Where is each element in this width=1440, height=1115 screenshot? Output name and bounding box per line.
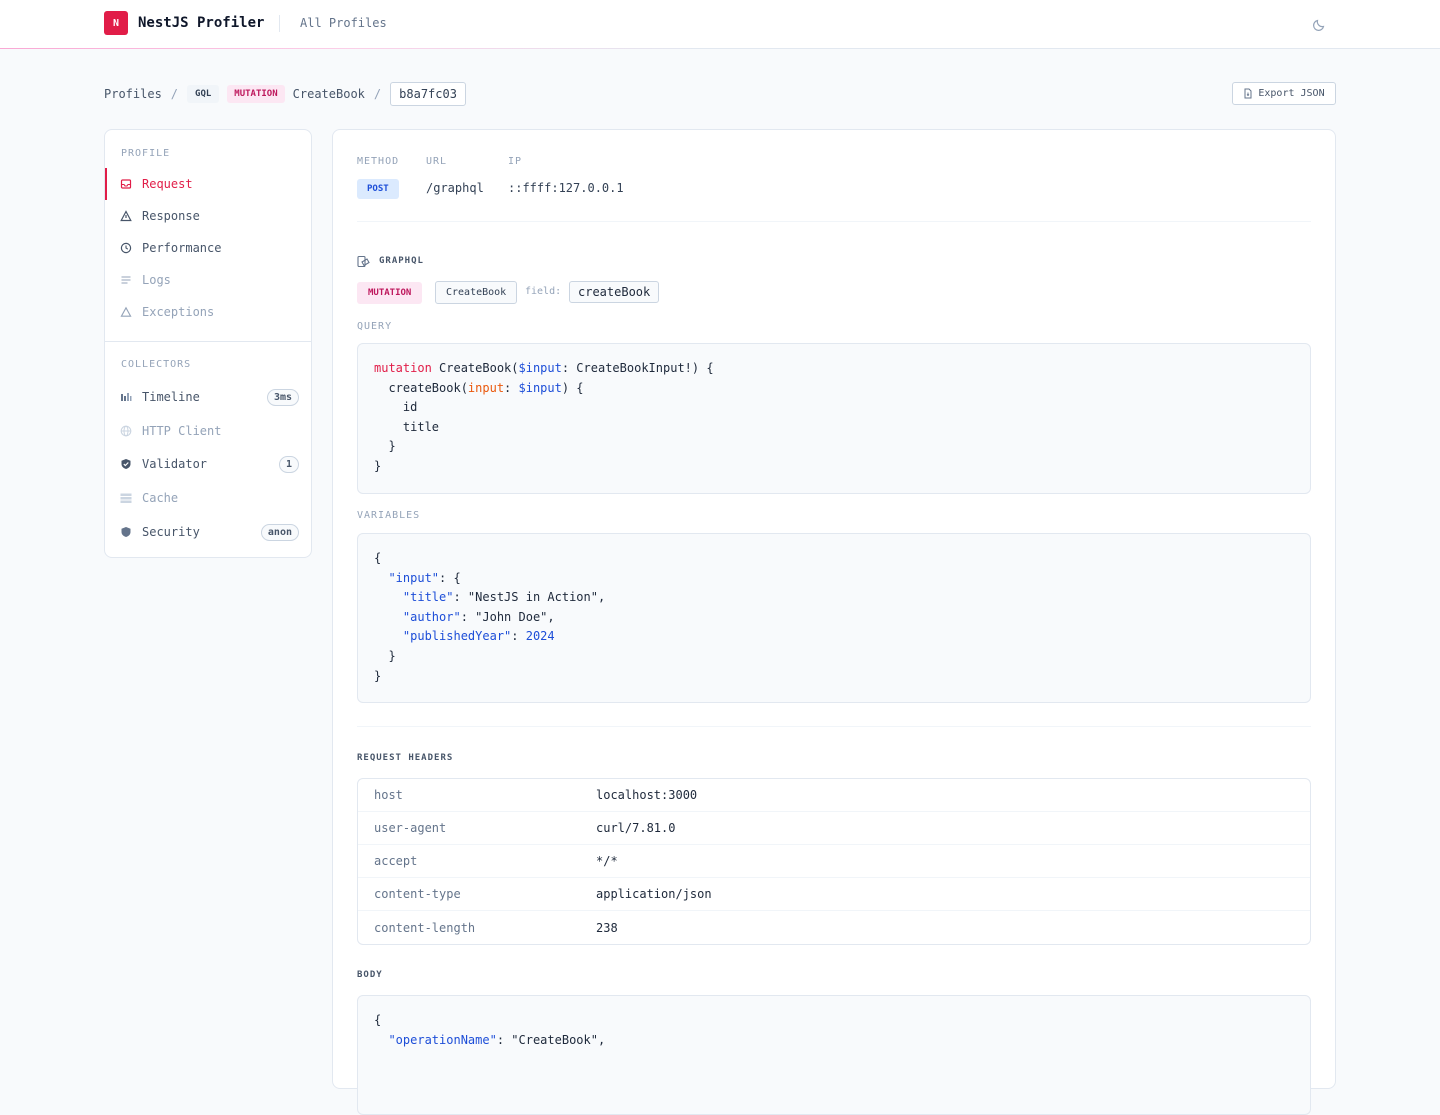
sidebar-item-performance[interactable]: Performance	[105, 232, 311, 264]
breadcrumb: Profiles / GQL MUTATION CreateBook / b8a…	[104, 81, 466, 106]
stack-icon	[120, 492, 132, 504]
sidebar: PROFILE Request Response Performance Log…	[104, 129, 312, 558]
validator-badge: 1	[278, 455, 299, 473]
query-label: QUERY	[357, 321, 393, 332]
ip-label: IP	[508, 156, 523, 167]
url-label: URL	[426, 156, 448, 167]
divider	[357, 726, 1311, 727]
field-label: field:	[525, 286, 562, 297]
sidebar-item-label: HTTP Client	[142, 424, 222, 438]
timeline-badge: 3ms	[266, 388, 299, 406]
body-title: BODY	[357, 970, 383, 980]
profile-id-badge[interactable]: b8a7fc03	[390, 81, 466, 106]
sidebar-item-exceptions[interactable]: Exceptions	[105, 296, 311, 328]
table-row: content-length 238	[358, 911, 1310, 944]
method-label: METHOD	[357, 156, 400, 167]
header-key: host	[374, 788, 403, 802]
header-value: curl/7.81.0	[596, 821, 676, 835]
sidebar-item-label: Logs	[142, 273, 171, 287]
sidebar-item-label: Security	[142, 525, 200, 539]
file-icon	[1244, 88, 1252, 99]
sidebar-item-http-client[interactable]: HTTP Client	[105, 414, 311, 448]
breadcrumb-profiles[interactable]: Profiles	[104, 87, 162, 101]
graphql-title: GRAPHQL	[379, 256, 424, 266]
mutation-badge: MUTATION	[357, 282, 423, 304]
sidebar-item-label: Response	[142, 209, 200, 223]
sidebar-item-validator[interactable]: Validator 1	[105, 447, 311, 481]
globe-icon	[120, 425, 132, 437]
export-json-button[interactable]: Export JSON	[1232, 82, 1336, 105]
method-badge: POST	[357, 179, 399, 199]
moon-icon[interactable]	[1312, 16, 1328, 32]
header-value: 238	[596, 920, 618, 935]
breadcrumb-operation: CreateBook	[292, 86, 365, 101]
sidebar-item-label: Exceptions	[142, 305, 215, 319]
triangle-icon	[120, 210, 132, 222]
graphql-icon	[357, 255, 370, 268]
sidebar-divider	[105, 341, 311, 342]
export-json-label: Export JSON	[1258, 88, 1325, 99]
sidebar-item-label: Cache	[142, 491, 179, 505]
header-value: */*	[596, 854, 618, 868]
warning-icon	[120, 306, 132, 318]
request-headers-table: host localhost:3000 user-agent curl/7.81…	[357, 778, 1311, 945]
query-code-block[interactable]: mutation CreateBook($input: CreateBookIn…	[357, 343, 1311, 494]
breadcrumb-separator: /	[170, 86, 179, 101]
top-bar: N NestJS Profiler All Profiles	[0, 0, 1440, 49]
sidebar-item-cache[interactable]: Cache	[105, 481, 311, 515]
header-value: application/json	[596, 887, 712, 901]
table-row: user-agent curl/7.81.0	[358, 812, 1310, 845]
inbox-icon	[120, 178, 132, 190]
type-badge: GQL	[187, 84, 220, 103]
breadcrumb-separator: /	[373, 86, 382, 101]
collectors-section-label: COLLECTORS	[121, 359, 192, 370]
sidebar-item-response[interactable]: Response	[105, 200, 311, 232]
sidebar-item-security[interactable]: Security anon	[105, 515, 311, 549]
sidebar-item-label: Timeline	[142, 390, 200, 404]
url-value: /graphql	[426, 181, 484, 195]
table-row: host localhost:3000	[358, 779, 1310, 812]
sidebar-item-label: Validator	[142, 457, 208, 471]
bars-icon	[120, 391, 132, 403]
header-value: localhost:3000	[596, 788, 698, 802]
clock-icon	[120, 242, 132, 254]
top-divider	[279, 15, 280, 32]
sidebar-item-label: Performance	[142, 241, 222, 255]
sidebar-item-timeline[interactable]: Timeline 3ms	[105, 380, 311, 414]
ip-value: ::ffff:127.0.0.1	[508, 181, 624, 195]
operation-name-badge: CreateBook	[435, 281, 518, 304]
all-profiles-link[interactable]: All Profiles	[300, 16, 387, 30]
header-key: content-type	[374, 887, 461, 901]
divider	[357, 221, 1311, 222]
shield-check-icon	[120, 458, 132, 470]
request-headers-title: REQUEST HEADERS	[357, 753, 454, 763]
table-row: accept */*	[358, 845, 1310, 878]
header-key: user-agent	[374, 821, 447, 835]
app-title[interactable]: NestJS Profiler	[138, 15, 264, 31]
shield-icon	[120, 526, 132, 538]
header-accent-line	[0, 48, 700, 49]
variables-code-block[interactable]: { "input": { "title": "NestJS in Action"…	[357, 533, 1311, 703]
sidebar-item-label: Request	[142, 177, 193, 191]
field-value-badge: createBook	[569, 281, 660, 303]
sidebar-item-logs[interactable]: Logs	[105, 264, 311, 296]
table-row: content-type application/json	[358, 878, 1310, 911]
header-key: accept	[374, 854, 418, 868]
body-code-block[interactable]: { "operationName": "CreateBook",	[357, 995, 1311, 1115]
sidebar-item-request[interactable]: Request	[105, 168, 311, 200]
security-badge: anon	[260, 523, 299, 541]
variables-label: VARIABLES	[357, 510, 421, 521]
header-key: content-length	[374, 920, 476, 935]
app-logo[interactable]: N	[104, 11, 128, 35]
profile-section-label: PROFILE	[121, 148, 171, 159]
lines-icon	[120, 274, 132, 286]
request-panel: METHOD URL IP POST /graphql ::ffff:127.0…	[332, 129, 1336, 1115]
operation-kind-badge: MUTATION	[227, 84, 285, 103]
